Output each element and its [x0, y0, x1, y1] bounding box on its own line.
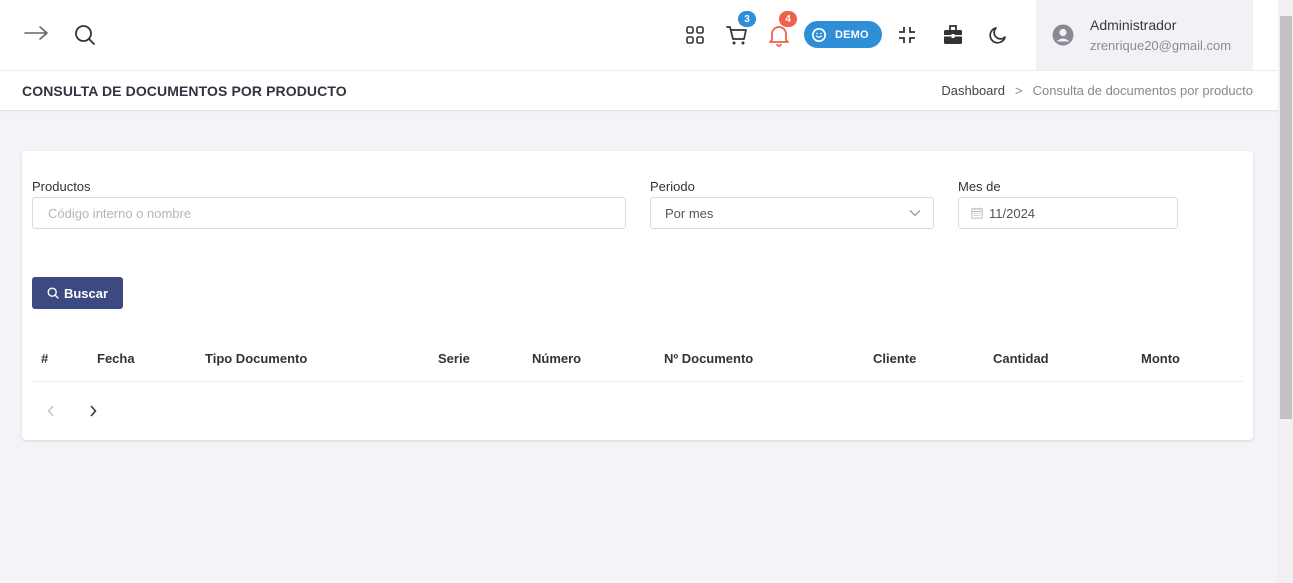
column-header-index: # [41, 351, 49, 366]
column-header-cantidad: Cantidad [993, 351, 1049, 366]
column-header-fecha: Fecha [97, 351, 135, 366]
briefcase-icon[interactable] [941, 23, 965, 47]
chevron-right-icon [90, 405, 97, 417]
breadcrumb: Dashboard > Consulta de documentos por p… [941, 83, 1253, 98]
exit-fullscreen-icon[interactable] [896, 24, 918, 46]
breadcrumb-separator: > [1014, 83, 1023, 98]
sidebar-toggle-arrow-icon[interactable] [24, 21, 50, 45]
column-header-numero: Número [532, 351, 582, 366]
buscar-label: Buscar [63, 285, 109, 301]
column-header-tipo-documento: Tipo Documento [205, 351, 308, 366]
vertical-scrollbar-thumb[interactable] [1280, 16, 1292, 419]
demo-label: DEMO [835, 28, 869, 41]
pagination-prev-button[interactable] [47, 404, 55, 422]
page-header: CONSULTA DE DOCUMENTOS POR PRODUCTO Dash… [0, 71, 1278, 111]
search-icon[interactable] [74, 24, 96, 46]
demo-mode-toggle[interactable]: DEMO [804, 21, 882, 48]
productos-label: Productos [32, 179, 91, 194]
column-header-monto: Monto [1141, 351, 1180, 366]
periodo-label: Periodo [650, 179, 695, 194]
calendar-icon [971, 207, 983, 219]
dark-mode-moon-icon[interactable] [987, 24, 1009, 46]
user-menu[interactable]: Administrador zrenrique20@gmail.com [1036, 0, 1253, 70]
mes-date-picker[interactable]: 11/2024 [958, 197, 1178, 229]
cart-count-badge: 3 [738, 11, 756, 27]
user-name: Administrador [1090, 17, 1177, 33]
periodo-select[interactable]: Por mes [650, 197, 934, 229]
productos-input[interactable] [48, 205, 625, 221]
column-header-serie: Serie [438, 351, 470, 366]
column-header-n-documento: Nº Documento [664, 351, 754, 366]
user-avatar-icon [1052, 24, 1074, 46]
pagination-next-button[interactable] [89, 404, 97, 422]
chevron-left-icon [47, 405, 54, 417]
buscar-button[interactable]: Buscar [32, 277, 123, 309]
search-card: Productos Periodo Por mes Mes de 11/2024… [22, 151, 1253, 440]
mes-value: 11/2024 [989, 205, 1036, 221]
smile-icon [812, 27, 826, 42]
mes-label: Mes de [958, 179, 1001, 194]
results-table-header: # Fecha Tipo Documento Serie Número Nº D… [32, 339, 1243, 382]
apps-grid-icon[interactable] [684, 24, 706, 46]
productos-field[interactable] [32, 197, 626, 229]
periodo-selected-value: Por mes [665, 205, 714, 221]
page-title: CONSULTA DE DOCUMENTOS POR PRODUCTO [22, 83, 347, 99]
chevron-down-icon [909, 210, 921, 217]
breadcrumb-current: Consulta de documentos por producto [1032, 83, 1253, 98]
breadcrumb-dashboard-link[interactable]: Dashboard [941, 83, 1005, 98]
user-email: zrenrique20@gmail.com [1090, 38, 1232, 53]
top-navbar: 3 4 DEMO Administrador zrenrique20@gmail… [0, 0, 1278, 71]
column-header-cliente: Cliente [873, 351, 917, 366]
search-icon [47, 287, 59, 299]
notification-count-badge: 4 [779, 11, 797, 27]
